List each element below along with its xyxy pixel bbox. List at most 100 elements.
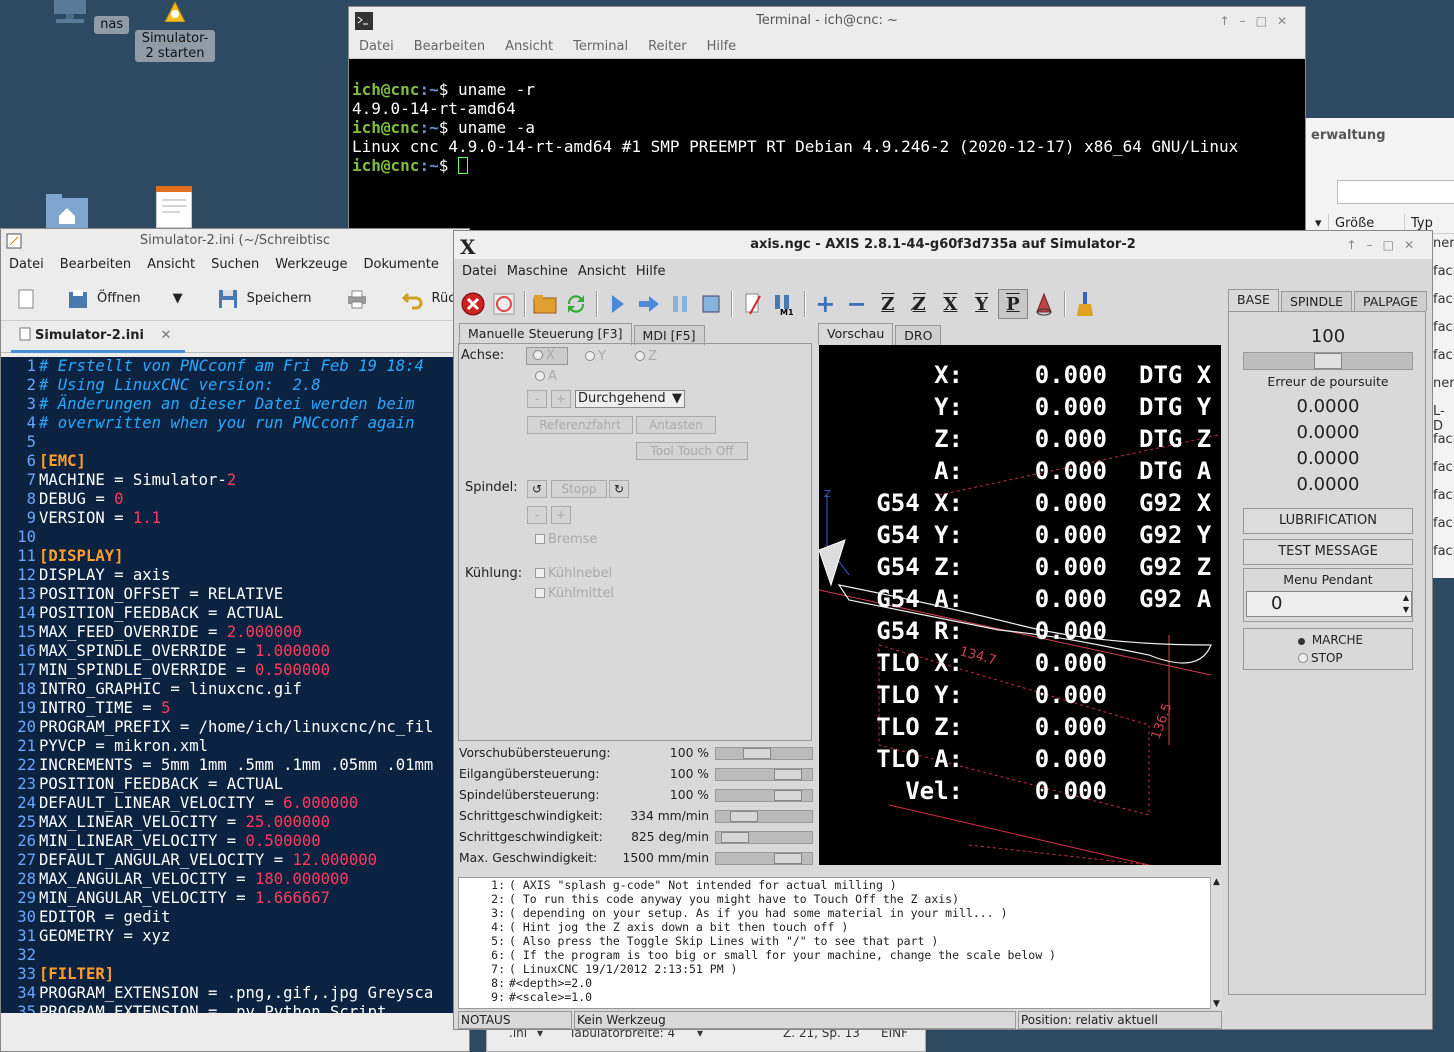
editor-line[interactable]: 30 EDITOR = gedit: [1, 908, 471, 927]
editor-line[interactable]: 26 MIN_LINEAR_VELOCITY = 0.500000: [1, 832, 471, 851]
scale-slider[interactable]: [1243, 352, 1413, 370]
editor-line[interactable]: 20 PROGRAM_PREFIX = /home/ich/linuxcnc/nc…: [1, 718, 471, 737]
file-row[interactable]: L-D: [1433, 404, 1454, 434]
gcode-line[interactable]: 2: ( To run this code anyway you might ha…: [459, 892, 1219, 906]
editor-line[interactable]: 5: [1, 433, 471, 452]
editor-line[interactable]: 8 DEBUG = 0: [1, 490, 471, 509]
jog-plus-button[interactable]: +: [551, 390, 571, 408]
tab-spindle[interactable]: SPINDLE: [1280, 291, 1352, 311]
new-document-icon[interactable]: [15, 288, 37, 310]
editor-line[interactable]: 10: [1, 528, 471, 547]
view-z2-icon[interactable]: Z̸: [904, 289, 933, 319]
menu-item[interactable]: Werkzeuge: [275, 253, 347, 277]
tab-dro[interactable]: DRO: [895, 325, 942, 345]
menu-item[interactable]: Suchen: [211, 253, 259, 277]
override-slider[interactable]: [715, 810, 813, 823]
spindle-cw-icon[interactable]: ↻: [609, 480, 629, 498]
tab-manual-control[interactable]: Manuelle Steuerung [F3]: [459, 323, 632, 345]
rotate-view-icon[interactable]: [1030, 289, 1059, 319]
jog-mode-select[interactable]: Durchgehend ▼: [575, 390, 685, 408]
jog-minus-button[interactable]: -: [527, 390, 547, 408]
editor-line[interactable]: 11 [DISPLAY]: [1, 547, 471, 566]
menu-item[interactable]: Bearbeiten: [414, 35, 485, 58]
skip-lines-icon[interactable]: [738, 289, 767, 319]
editor-line[interactable]: 13 POSITION_OFFSET = RELATIVE: [1, 585, 471, 604]
spindle-stop-button[interactable]: Stopp: [551, 480, 607, 498]
editor-line[interactable]: 15 MAX_FEED_OVERRIDE = 2.000000: [1, 623, 471, 642]
estop-icon[interactable]: [458, 289, 487, 319]
editor-line[interactable]: 27 DEFAULT_ANGULAR_VELOCITY = 12.000000: [1, 851, 471, 870]
slider-handle[interactable]: [743, 748, 771, 759]
slider-handle[interactable]: [774, 853, 802, 864]
editor-line[interactable]: 33 [FILTER]: [1, 965, 471, 984]
file-row[interactable]: fach: [1433, 292, 1454, 307]
gcode-listing[interactable]: 1: ( AXIS "splash g-code" Not intended fo…: [458, 877, 1220, 1009]
view-x-icon[interactable]: X: [936, 289, 965, 319]
menu-item[interactable]: Maschine: [507, 259, 568, 285]
lubrication-button[interactable]: LUBRIFICATION: [1243, 508, 1413, 534]
menu-item[interactable]: Terminal: [573, 35, 628, 58]
editor-line[interactable]: 28 MAX_ANGULAR_VELOCITY = 180.000000: [1, 870, 471, 889]
editor-line[interactable]: 6 [EMC]: [1, 452, 471, 471]
menu-item[interactable]: Reiter: [648, 35, 687, 58]
editor-line[interactable]: 32: [1, 946, 471, 965]
editor-line[interactable]: 18 INTRO_GRAPHIC = linuxcnc.gif: [1, 680, 471, 699]
view-z-icon[interactable]: Z: [873, 289, 902, 319]
menu-item[interactable]: Dokumente: [364, 253, 439, 277]
print-icon[interactable]: [346, 288, 368, 310]
tab-simulator-ini[interactable]: Simulator-2.ini ✕: [11, 321, 186, 353]
editor-line[interactable]: 35 PROGRAM_EXTENSION = .py Python Script: [1, 1003, 471, 1013]
pause-icon[interactable]: [666, 289, 695, 319]
editor-line[interactable]: 29 MIN_ANGULAR_VELOCITY = 1.666667: [1, 889, 471, 908]
editor-line[interactable]: 1 # Erstellt von PNCconf am Fri Feb 19 18…: [1, 357, 471, 376]
optional-stop-icon[interactable]: M1: [769, 289, 798, 319]
spindle-plus-button[interactable]: +: [551, 506, 571, 524]
menu-item[interactable]: Datei: [359, 35, 394, 58]
menu-item[interactable]: Bearbeiten: [60, 253, 131, 277]
file-row[interactable]: fach: [1433, 488, 1454, 503]
editor-line[interactable]: 17 MIN_SPINDLE_OVERRIDE = 0.500000: [1, 661, 471, 680]
document-icon[interactable]: [156, 186, 192, 228]
menu-item[interactable]: Datei: [462, 259, 497, 285]
gcode-line[interactable]: 1: ( AXIS "splash g-code" Not intended fo…: [459, 878, 1219, 892]
radio-stop[interactable]: STOP: [1298, 651, 1343, 665]
menu-item[interactable]: Ansicht: [505, 35, 553, 58]
slider-handle[interactable]: [774, 769, 802, 780]
slider-handle[interactable]: [1314, 353, 1342, 369]
axis-radio-y[interactable]: Y: [585, 349, 606, 364]
close-tab-icon[interactable]: ✕: [160, 328, 171, 343]
gcode-line[interactable]: 3: ( depending on your setup. As if you h…: [459, 906, 1219, 920]
editor-line[interactable]: 19 INTRO_TIME = 5: [1, 699, 471, 718]
editor-line[interactable]: 31 GEOMETRY = xyz: [1, 927, 471, 946]
flood-checkbox[interactable]: Kühlmittel: [535, 586, 614, 601]
home-button[interactable]: Referenzfahrt: [527, 416, 633, 434]
zoom-in-icon[interactable]: +: [811, 289, 840, 319]
editor-line[interactable]: 16 MAX_SPINDLE_OVERRIDE = 1.000000: [1, 642, 471, 661]
mist-checkbox[interactable]: Kühlnebel: [535, 566, 612, 581]
open-button[interactable]: Öffnen: [97, 291, 141, 306]
view-p-icon[interactable]: P: [998, 289, 1028, 319]
text-editor[interactable]: 1 # Erstellt von PNCconf am Fri Feb 19 18…: [1, 357, 471, 1013]
window-controls[interactable]: ↑–□✕: [1347, 231, 1424, 259]
spin-arrows-icon[interactable]: ▲ ▼: [1403, 592, 1409, 616]
gcode-line[interactable]: 9: #<scale>=1.0: [459, 990, 1219, 1004]
scroll-down-icon[interactable]: ▼: [1211, 999, 1222, 1009]
menu-item[interactable]: Hilfe: [707, 35, 737, 58]
slider-handle[interactable]: [774, 790, 802, 801]
editor-line[interactable]: 9 VERSION = 1.1: [1, 509, 471, 528]
gcode-line[interactable]: 5: ( Also press the Toggle Skip Lines wit…: [459, 934, 1219, 948]
file-row[interactable]: fach: [1433, 544, 1454, 559]
zoom-out-icon[interactable]: −: [842, 289, 871, 319]
preview-canvas[interactable]: Z 134.7 136.5 X: 0.000 DTG X Y: 0.000 DTG Y …: [819, 345, 1221, 865]
spindle-minus-button[interactable]: -: [527, 506, 547, 524]
menu-item[interactable]: Hilfe: [636, 259, 666, 285]
file-row[interactable]: fach: [1433, 432, 1454, 447]
axis-radio-a[interactable]: A: [535, 369, 557, 384]
pendant-spinbox[interactable]: 0 ▲ ▼: [1246, 591, 1412, 617]
save-button[interactable]: Speichern: [247, 291, 312, 306]
stop-program-icon[interactable]: [697, 289, 726, 319]
gcode-line[interactable]: 8: #<depth>=2.0: [459, 976, 1219, 990]
tab-base[interactable]: BASE: [1228, 289, 1279, 311]
gcode-line[interactable]: 7: ( LinuxCNC 19/1/2012 2:13:51 PM ): [459, 962, 1219, 976]
open-folder-icon[interactable]: [67, 288, 89, 310]
